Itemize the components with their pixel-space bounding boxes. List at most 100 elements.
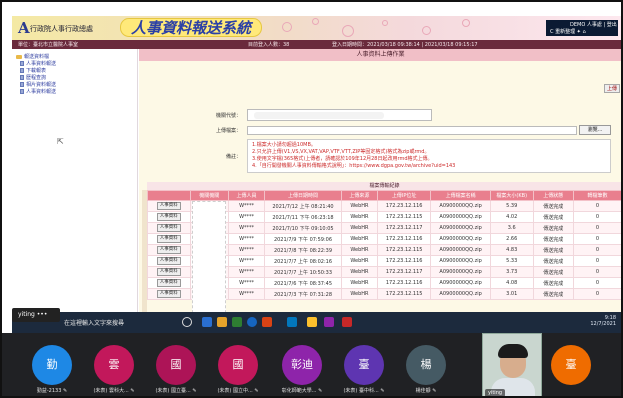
row-action-button[interactable]: 人事資料 <box>147 266 191 278</box>
taskbar-search-input[interactable]: 在這裡輸入文字來搜尋 <box>64 318 124 327</box>
filename-cell: A0900000QQ.zip <box>430 288 491 300</box>
detail-button[interactable]: 人事資料 <box>156 268 181 276</box>
app-icon[interactable] <box>232 317 242 327</box>
row-action-button[interactable]: 人事資料 <box>147 277 191 289</box>
upload-file-input[interactable] <box>247 126 577 135</box>
row-action-button[interactable]: 人事資料 <box>147 211 191 223</box>
upload-button[interactable]: 上傳 <box>604 84 620 93</box>
filename-cell: A0900000QQ.zip <box>430 200 491 212</box>
app-icon[interactable] <box>262 317 272 327</box>
upload-time-cell: 2021/7/10 下午 09:10:05 <box>264 222 342 234</box>
detail-button[interactable]: 人事資料 <box>156 290 181 298</box>
ip-cell: 172.23.12.116 <box>377 277 432 289</box>
count-cell: 0 <box>572 266 621 278</box>
top-right-panel[interactable]: DEMO 人事處 | 登出 C 重新整理 ✦ ⌂ <box>546 20 618 36</box>
explorer-app-icon[interactable] <box>217 317 227 327</box>
row-action-button[interactable]: 人事資料 <box>147 200 191 212</box>
page-icon <box>20 68 24 73</box>
size-cell: 3.01 <box>489 288 534 300</box>
sidebar-item-upload[interactable]: 人事資料報送 <box>20 88 56 95</box>
participant-avatar[interactable]: 楊 <box>406 345 446 385</box>
sidebar-item-download[interactable]: 下載報表 <box>20 67 46 74</box>
participant-avatar[interactable]: 雲 <box>94 345 134 385</box>
column-header: 上傳檔案名稱 <box>430 190 491 201</box>
participant-video-tile[interactable]: yiting <box>482 333 542 396</box>
app-icon[interactable] <box>324 317 334 327</box>
participant-name: (未表) 臺中科... ✎ <box>343 388 385 394</box>
refresh-link[interactable]: C 重新整理 ✦ ⌂ <box>550 28 586 35</box>
filename-cell: A0900000QQ.zip <box>430 222 491 234</box>
row-action-button[interactable]: 人事資料 <box>147 233 191 245</box>
column-header: 上傳人員 <box>227 190 266 201</box>
note-link[interactable]: 4.「自行開發機關人事資料傳輸格式說明」：https://www.dgpa.go… <box>252 163 606 170</box>
edge-app-icon[interactable] <box>202 317 212 327</box>
sidebar-item-report[interactable]: 人事資料報送 <box>20 60 56 67</box>
agency-code-select[interactable] <box>247 109 432 121</box>
note-line: 1.檔案大小請勿超過10MB。 <box>252 142 316 148</box>
browse-button[interactable]: 瀏覽... <box>579 125 611 135</box>
ie-app-icon[interactable] <box>287 317 297 327</box>
ip-cell: 172.23.12.115 <box>377 288 432 300</box>
row-action-button[interactable]: 人事資料 <box>147 244 191 256</box>
participant-name: 楊佳靜 ✎ <box>415 388 437 394</box>
logout-link[interactable]: DEMO 人事處 | 登出 <box>570 21 617 28</box>
agency-code-label: 機關代號： <box>215 113 241 119</box>
participant-avatar[interactable]: 國 <box>218 345 258 385</box>
detail-button[interactable]: 人事資料 <box>156 257 181 265</box>
column-header: 檔案大小(KB) <box>489 190 534 201</box>
folder-app-icon[interactable] <box>307 317 317 327</box>
sidebar: 報送資料檔 人事資料報送 下載報表 歷程查詢 相片資料報送 人事資料報送 ⇱ <box>12 49 138 333</box>
main-panel: 人事資料上傳作業 上傳 機關代號： 上傳檔案： 瀏覽... 備註： 1.檔案大小… <box>139 49 621 333</box>
task-view-icon[interactable] <box>182 317 192 327</box>
sidebar-item-photo[interactable]: 相片資料報送 <box>20 81 56 88</box>
status-cell: 傳送完成 <box>532 211 574 223</box>
size-cell: 3.6 <box>489 222 534 234</box>
detail-button[interactable]: 人事資料 <box>156 202 181 210</box>
uploader-cell: W**** <box>227 200 266 212</box>
decor-bubble-icon <box>382 20 388 26</box>
detail-button[interactable]: 人事資料 <box>156 224 181 232</box>
size-cell: 4.02 <box>489 211 534 223</box>
user-info-bar: 單位：臺北市立醫院人事室 目前登入人數：38 登入日期時間：2021/03/18… <box>12 40 621 49</box>
sidebar-item-history[interactable]: 歷程查詢 <box>20 74 46 81</box>
acrobat-app-icon[interactable] <box>342 317 352 327</box>
source-cell: WebHR <box>340 255 379 267</box>
detail-button[interactable]: 人事資料 <box>156 246 181 254</box>
size-cell: 5.33 <box>489 255 534 267</box>
meeting-participants-strip: 勤勤益-2133 ✎ 雲 (未表) 雲科大... ✎ 國 (未表) 國立臺... ✎ 國 (… <box>2 333 621 396</box>
sidebar-item-label: 相片資料報送 <box>26 82 57 88</box>
upload-time-cell: 2021/7/11 下午 06:23:18 <box>264 211 342 223</box>
filename-cell: A0900000QQ.zip <box>430 255 491 267</box>
note-line: 3.使用文字檔(365格式)上傳者，請確認於109年12月28日起改用rmd格式… <box>252 156 433 162</box>
uploader-cell: W**** <box>227 266 266 278</box>
row-action-button[interactable]: 人事資料 <box>147 288 191 300</box>
count-cell: 0 <box>572 255 621 267</box>
source-cell: WebHR <box>340 244 379 256</box>
page-icon <box>20 75 24 80</box>
speaker-tag[interactable]: yiting ••• <box>12 308 60 322</box>
detail-button[interactable]: 人事資料 <box>156 279 181 287</box>
sidebar-item-root[interactable]: 報送資料檔 <box>16 53 49 60</box>
status-cell: 傳送完成 <box>532 222 574 234</box>
system-tray[interactable]: 9:18 12/7/2021 <box>590 315 616 327</box>
uploader-cell: W**** <box>227 222 266 234</box>
page-icon <box>20 61 24 66</box>
status-cell: 傳送完成 <box>532 233 574 245</box>
participant-avatar[interactable]: 彰迪 <box>282 345 322 385</box>
chrome-app-icon[interactable] <box>247 317 257 327</box>
participant-avatar[interactable]: 臺 <box>551 345 591 385</box>
status-cell: 傳送完成 <box>532 288 574 300</box>
row-action-button[interactable]: 人事資料 <box>147 255 191 267</box>
ip-cell: 172.23.12.115 <box>377 244 432 256</box>
page-icon <box>20 82 24 87</box>
upload-time-cell: 2021/7/3 下午 07:31:28 <box>264 288 342 300</box>
upload-time-cell: 2021/7/7 上午 08:02:16 <box>264 255 342 267</box>
detail-button[interactable]: 人事資料 <box>156 213 181 221</box>
participant-avatar[interactable]: 勤 <box>32 345 72 385</box>
row-action-button[interactable]: 人事資料 <box>147 222 191 234</box>
detail-button[interactable]: 人事資料 <box>156 235 181 243</box>
login-time: 登入日期時間：2021/03/18 09:38:14 | 2021/03/18 … <box>332 42 478 48</box>
participant-avatar[interactable]: 國 <box>156 345 196 385</box>
ip-cell: 172.23.12.116 <box>377 255 432 267</box>
participant-avatar[interactable]: 臺 <box>344 345 384 385</box>
